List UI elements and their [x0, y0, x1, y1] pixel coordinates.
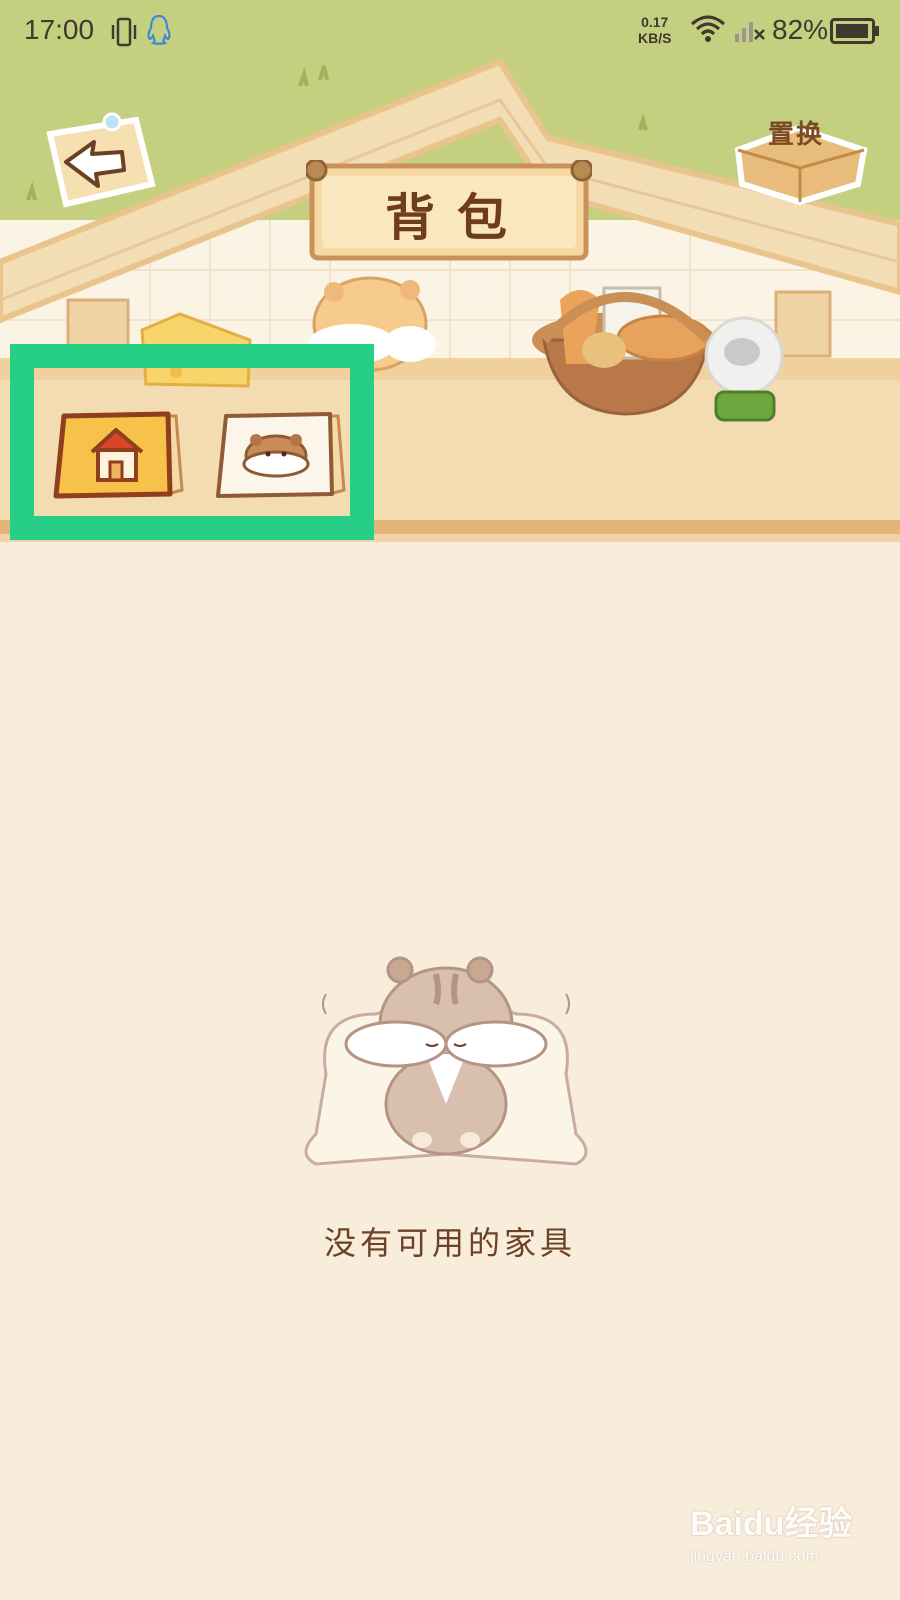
hamster-icon — [216, 412, 346, 498]
header-scene: 背包 置换 — [0, 0, 900, 552]
network-speed-unit: KB/S — [638, 30, 672, 46]
empty-state-hamster-illustration — [296, 954, 596, 1190]
vibrate-icon — [111, 17, 137, 47]
page-title: 背包 — [385, 189, 529, 247]
network-speed-value: 0.17 — [641, 14, 669, 30]
network-speed: 0.17 KB/S — [638, 14, 671, 46]
page-title-board: 背包 — [306, 160, 592, 264]
no-signal-icon — [735, 22, 765, 42]
baidu-watermark: Baidu经验 jingyan.baidu.com — [690, 1488, 890, 1588]
house-icon — [53, 411, 184, 499]
status-bar: 17:00 0.17 KB/S 82% — [0, 0, 900, 64]
status-time: 17:00 — [24, 14, 95, 45]
watermark-url: jingyan.baidu.com — [690, 1548, 819, 1565]
tab-hamster[interactable] — [212, 410, 348, 510]
wifi-icon — [690, 15, 726, 42]
back-button[interactable] — [36, 112, 156, 212]
battery-icon — [830, 18, 879, 44]
tab-furniture[interactable] — [50, 410, 186, 510]
watermark-main: Baidu经验 — [690, 1505, 853, 1543]
swap-label: 置换 — [768, 120, 825, 150]
empty-state-message: 没有可用的家具 — [323, 1224, 576, 1262]
qq-icon — [147, 14, 171, 45]
swap-button[interactable]: 置换 — [728, 110, 874, 206]
back-arrow-icon — [46, 112, 156, 208]
battery-percent: 82% — [772, 14, 829, 45]
